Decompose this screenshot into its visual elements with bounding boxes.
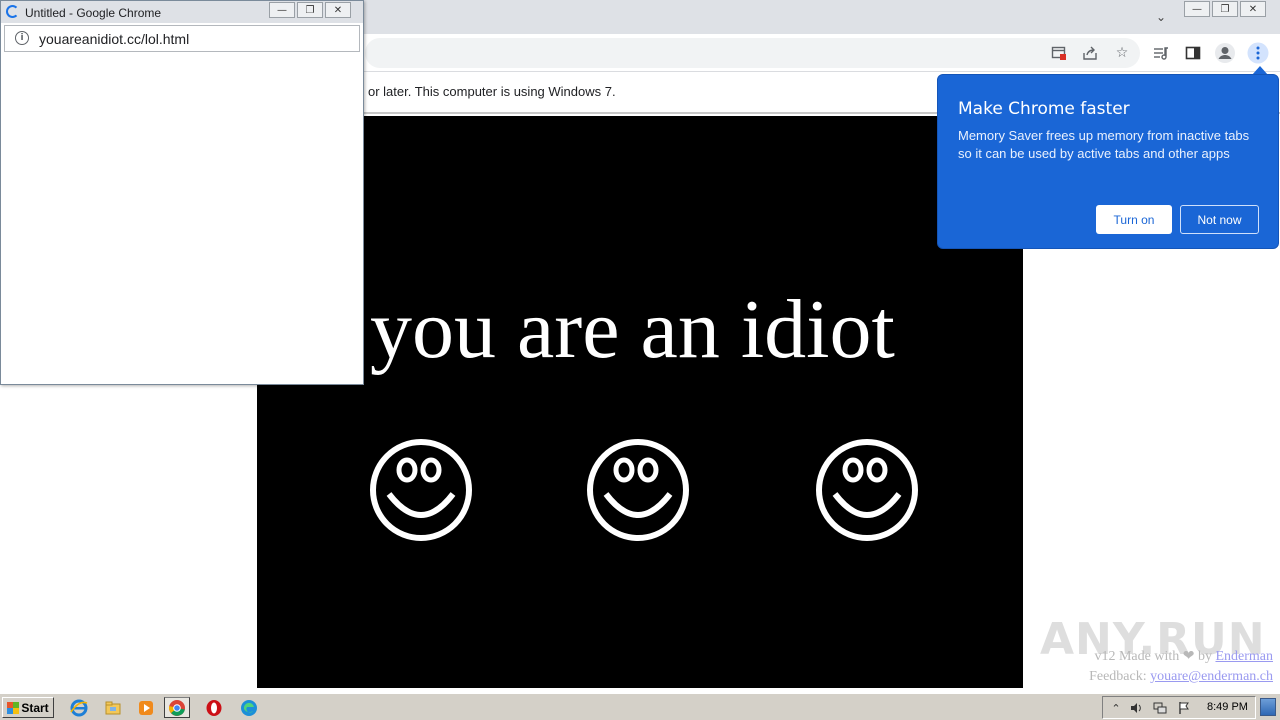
promo-body: Memory Saver frees up memory from inacti…	[958, 128, 1250, 161]
profile-icon[interactable]	[1213, 41, 1237, 65]
popup-minimize-button[interactable]: —	[269, 2, 295, 18]
start-button[interactable]: Start	[2, 697, 54, 718]
made-with-text: v12 Made with ❤ by	[1094, 649, 1216, 664]
headline: you are an idiot	[370, 283, 895, 376]
kebab-menu-icon[interactable]	[1246, 41, 1270, 65]
popup-titlebar[interactable]: Untitled - Google Chrome — ❐ ✕	[1, 1, 363, 23]
network-icon[interactable]	[1153, 701, 1167, 715]
reading-list-icon[interactable]	[1149, 41, 1173, 65]
main-window-controls: — ❐ ✕	[1182, 1, 1266, 17]
infobar-message: or later. This computer is using Windows…	[368, 84, 616, 99]
show-hidden-icons-icon[interactable]: ⌃	[1109, 701, 1123, 715]
chrome-icon[interactable]	[164, 697, 190, 718]
popup-content	[3, 53, 361, 383]
memory-saver-promo: Make Chrome faster Memory Saver frees up…	[937, 74, 1279, 249]
system-tray: ⌃ 8:49 PM	[1102, 696, 1256, 719]
black-panel: you are an idiot	[257, 116, 1023, 688]
popup-restore-button[interactable]: ❐	[297, 2, 323, 18]
popup-address-bar[interactable]: i youareanidiot.cc/lol.html	[4, 25, 360, 52]
share-icon[interactable]	[1078, 41, 1102, 65]
install-app-icon[interactable]	[1047, 41, 1071, 65]
popup-window-controls: — ❐ ✕	[267, 2, 351, 18]
omnibox[interactable]	[365, 38, 1140, 68]
tab-search-chevron-icon[interactable]: ⌄	[1150, 6, 1172, 28]
restore-button[interactable]: ❐	[1212, 1, 1238, 17]
ie-icon[interactable]	[66, 697, 92, 718]
credits-line-made-with: v12 Made with ❤ by Enderman	[1089, 647, 1273, 667]
side-panel-icon[interactable]	[1181, 41, 1205, 65]
opera-icon[interactable]	[201, 697, 227, 718]
show-desktop-button[interactable]	[1260, 698, 1276, 716]
action-center-flag-icon[interactable]	[1177, 701, 1191, 715]
edge-icon[interactable]	[236, 697, 262, 718]
promo-title: Make Chrome faster	[958, 99, 1130, 119]
volume-icon[interactable]	[1129, 701, 1143, 715]
chrome-loading-icon	[6, 5, 19, 18]
clock[interactable]: 8:49 PM	[1207, 701, 1248, 713]
smiley-face-icon	[816, 439, 918, 541]
media-player-icon[interactable]	[133, 697, 159, 718]
popup-url: youareanidiot.cc/lol.html	[39, 31, 190, 47]
desktop-screen: ⌄ — ❐ ✕ ☆ or later. This computer is usi…	[0, 0, 1280, 720]
not-now-button[interactable]: Not now	[1180, 205, 1259, 234]
info-icon[interactable]: i	[15, 31, 29, 45]
smiley-face-icon	[587, 439, 689, 541]
feedback-email-link[interactable]: youare@enderman.ch	[1150, 669, 1273, 684]
credits-line-feedback: Feedback: youare@enderman.ch	[1089, 667, 1273, 687]
feedback-label: Feedback:	[1089, 669, 1151, 684]
popup-close-button[interactable]: ✕	[325, 2, 351, 18]
smiley-face-icon	[370, 439, 472, 541]
start-label: Start	[21, 700, 49, 715]
windows-logo-icon	[7, 701, 20, 714]
turn-on-button[interactable]: Turn on	[1096, 205, 1172, 234]
taskbar: Start ⌃ 8:49 PM	[0, 693, 1280, 720]
credits: v12 Made with ❤ by Enderman Feedback: yo…	[1089, 647, 1273, 687]
explorer-icon[interactable]	[100, 697, 126, 718]
popup-title: Untitled - Google Chrome	[25, 6, 162, 20]
bookmark-star-icon[interactable]: ☆	[1110, 41, 1134, 65]
close-button[interactable]: ✕	[1240, 1, 1266, 17]
author-link[interactable]: Enderman	[1215, 649, 1273, 664]
minimize-button[interactable]: —	[1184, 1, 1210, 17]
popup-window: Untitled - Google Chrome — ❐ ✕ i youarea…	[0, 0, 364, 385]
